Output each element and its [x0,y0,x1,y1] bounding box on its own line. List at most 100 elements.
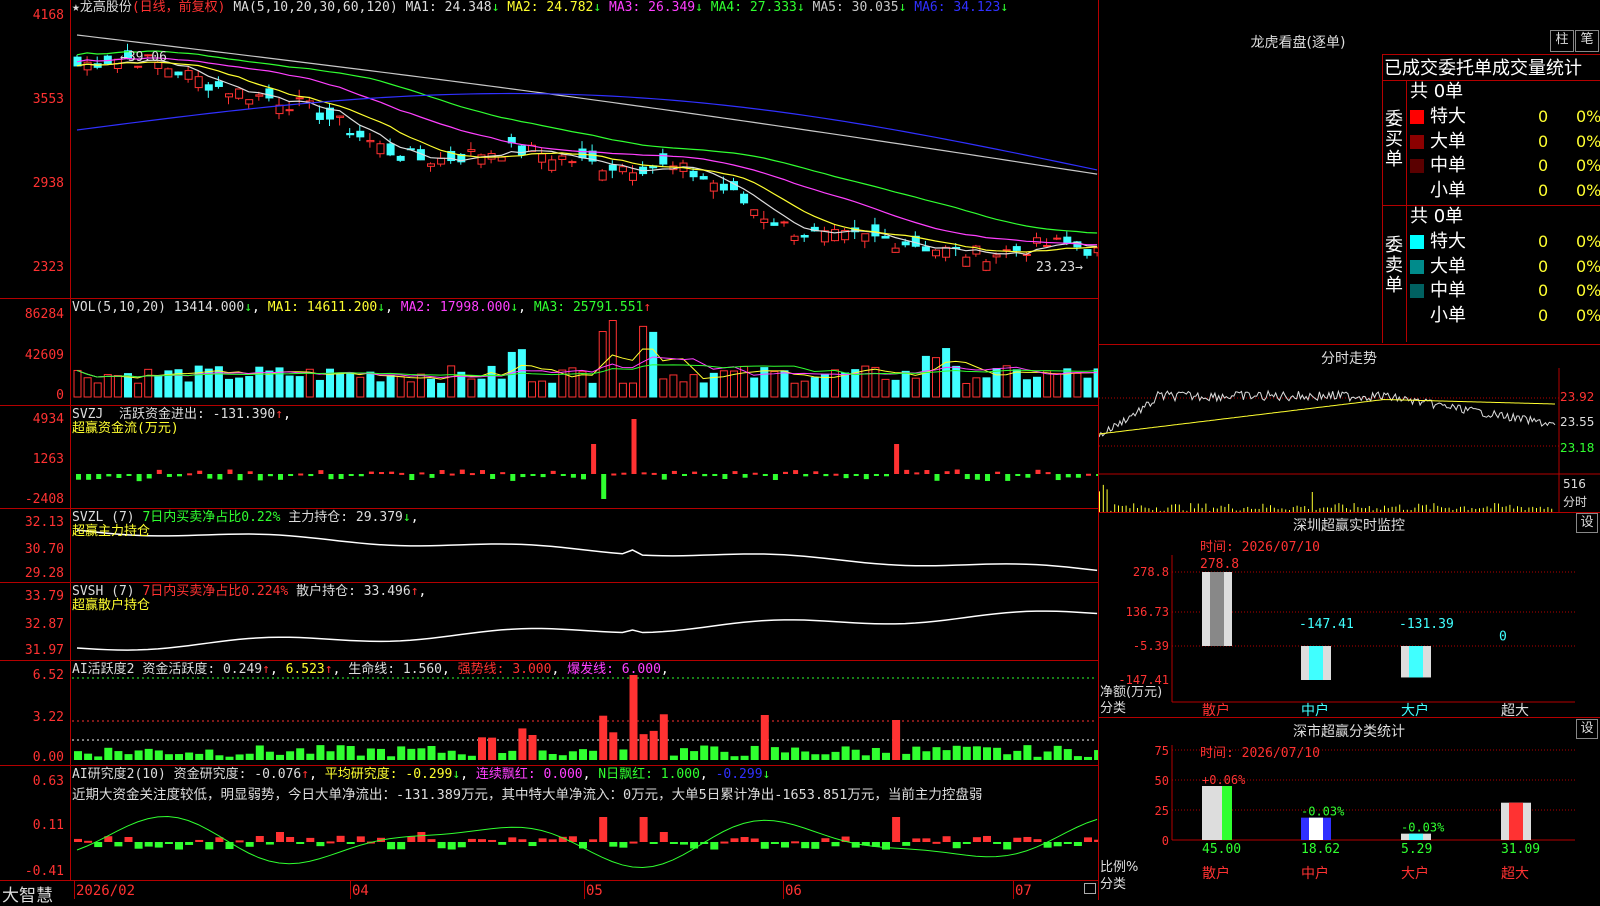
candle-body [719,183,728,191]
volume-bar [356,376,365,398]
volume-bar [336,372,345,398]
active-bar [467,755,476,760]
y-tick-label: 29.28 [24,566,64,581]
flow-bar [197,470,203,474]
research-bar [134,842,143,849]
volume-bar [1012,369,1021,398]
research-bar [1073,842,1082,847]
class-settings-button[interactable]: 设 [1576,719,1598,739]
vol-header: VOL(5,10,20) 13414.000↓, MA1: 14611.200↓… [72,300,652,315]
ma2-value: MA2: 24.782 [499,0,594,15]
research-bar [962,842,971,844]
research-bar [296,842,305,844]
active-bar [215,755,224,760]
buy-row: 特大 0 0% [1410,105,1600,129]
volume-bar [750,377,759,398]
active-bar [619,749,628,760]
active-bar [114,751,123,760]
research-bar [336,835,345,842]
volume-bar [113,375,122,398]
y-tick-label: 86284 [24,307,64,322]
period-label[interactable]: (日线，前复权) [132,0,226,15]
flow-bar [520,474,526,478]
candle-body [225,93,233,98]
candle-body [891,247,900,253]
intraday-vol-bar [1342,504,1344,512]
research-bar [760,842,769,849]
realtime-settings-button[interactable]: 设 [1576,513,1598,533]
research-bar [346,842,355,844]
intraday-vol-bar [1099,491,1100,512]
intraday-vol-bar [1171,504,1173,512]
research-bar [801,842,810,849]
active-bar [700,745,709,760]
lock-icon[interactable] [1084,883,1096,894]
flow-bar [772,474,778,481]
flow-bar [631,419,637,474]
stock-name[interactable]: ★龙高股份 [72,0,132,15]
tick-view-button[interactable]: 笔 [1575,30,1599,52]
candle-body [245,99,254,105]
active-bar [417,748,426,760]
research-bar [437,842,446,849]
rt-y-tick: 278.8 [1133,565,1169,579]
active-bar [710,746,719,760]
active-bar [1033,756,1042,760]
flow-bar [1015,474,1021,476]
flow-bar [409,474,415,481]
flow-bar [116,474,122,478]
volume-bar [679,381,688,398]
volume-bar [719,370,728,398]
ma1-value: MA1: 24.348 [405,0,492,15]
volume-bar [962,382,971,398]
active-bar [922,751,931,760]
research-bar [417,832,426,842]
active-bar [94,756,103,760]
candle-body [386,143,395,156]
research-bar [195,839,204,842]
flow-bar [490,474,496,479]
ma5-line [76,34,1098,175]
research-bar [811,842,820,849]
cs-category: 中户 [1301,865,1329,882]
buy-row: 小单 0 0% [1410,179,1600,203]
color-swatch-icon [1410,134,1424,149]
main-holding-line [76,529,1098,572]
flow-bar [974,474,980,480]
active-bar [346,746,355,760]
research-bar [972,837,981,842]
y-tick-label: 32.87 [24,617,64,632]
active-bar [861,755,870,760]
intraday-chart[interactable] [1099,368,1600,512]
volume-bar [487,365,496,398]
sell-pct: 0% [1576,305,1600,325]
active-bar [326,751,335,760]
flow-bar [429,474,435,478]
active-bar [770,747,779,760]
volume-bar [346,372,355,398]
active-bar [548,754,557,760]
rt-bar-value: 0 [1499,630,1507,645]
active-bar [690,751,699,760]
active-bar [639,734,648,760]
ma-line [76,57,1098,246]
ai-research-note: 近期大资金关注度较低，明显弱势，今日大单净流出：-131.389万元，其中特大单… [72,787,983,803]
ai-active-header: AI活跃度2 资金活跃度: 0.249↑, 6.523↑, 生命线: 1.560… [72,662,669,677]
research-bar [609,842,618,847]
high-price-marker: ←39.06 [120,50,167,65]
flow-bar [379,472,384,475]
volume-bar [144,368,153,398]
research-bar [831,842,840,847]
sell-count: 0 [1538,232,1549,251]
research-bar [154,842,163,848]
research-bar [599,817,608,842]
y-tick-label: 0.63 [32,774,64,789]
active-bar [387,756,396,760]
buy-name: 中单 [1430,155,1466,176]
color-swatch-icon [1410,235,1424,249]
active-bar [1073,756,1082,760]
intraday-vol-bar [1102,484,1104,512]
candle-body [315,112,324,120]
y-tick-label: 0 [56,388,64,403]
bar-view-button[interactable]: 柱 [1550,30,1574,52]
